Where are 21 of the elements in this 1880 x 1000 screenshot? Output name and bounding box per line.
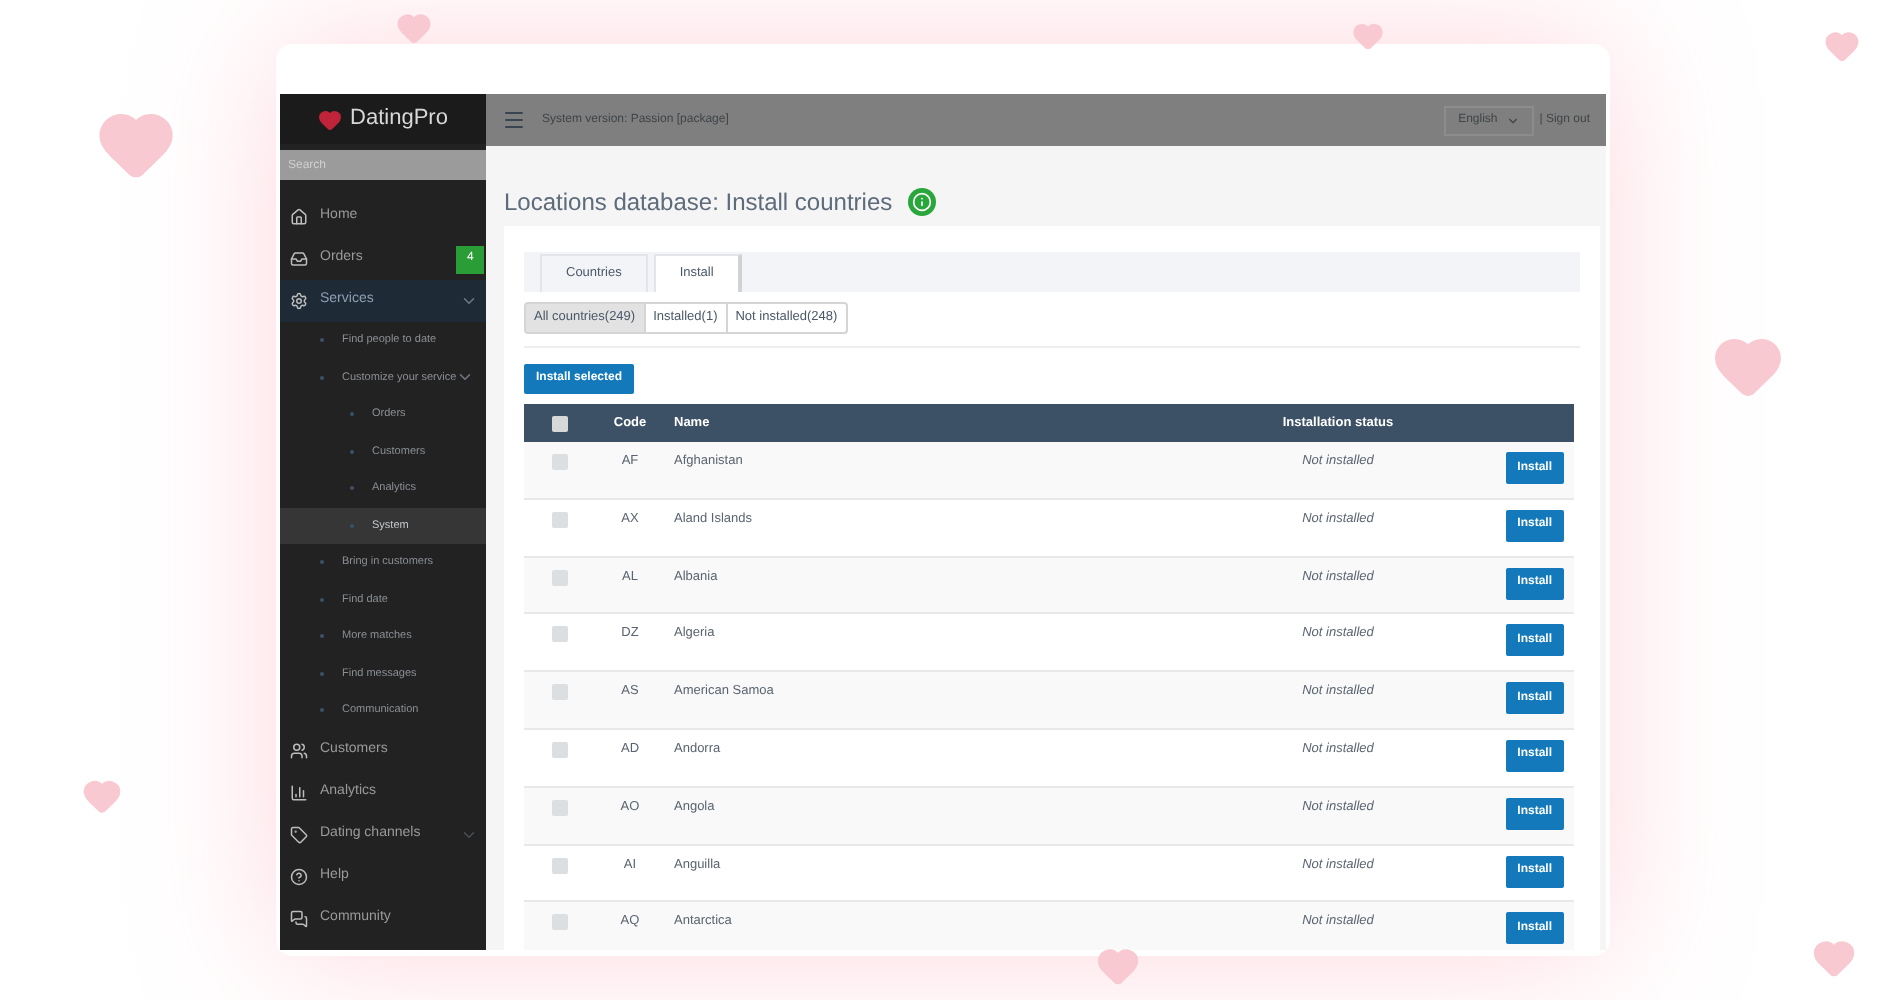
- row-checkbox[interactable]: [552, 569, 568, 586]
- row-checkbox[interactable]: [552, 684, 568, 701]
- select-all-checkbox[interactable]: [552, 415, 568, 431]
- row-checkbox[interactable]: [552, 741, 568, 758]
- heart-icon: [1352, 20, 1384, 52]
- row-checkbox[interactable]: [552, 914, 568, 931]
- heart-icon: [396, 10, 432, 46]
- row-checkbox[interactable]: [552, 626, 568, 643]
- row-checkbox[interactable]: [552, 857, 568, 874]
- logo-heart-icon: [318, 107, 343, 131]
- info-icon[interactable]: [908, 188, 937, 216]
- heart-icon: [1096, 944, 1140, 988]
- heart-icon: [82, 776, 122, 816]
- chevron-icon: [1505, 113, 1520, 127]
- row-checkbox[interactable]: [552, 511, 568, 528]
- logo-text: DatingPro: [350, 104, 448, 135]
- heart-icon: [1812, 936, 1856, 980]
- row-checkbox[interactable]: [552, 454, 568, 470]
- row-checkbox[interactable]: [552, 799, 568, 816]
- heart-icon: [1824, 28, 1860, 64]
- page-title: Locations database: Install countries: [504, 186, 893, 220]
